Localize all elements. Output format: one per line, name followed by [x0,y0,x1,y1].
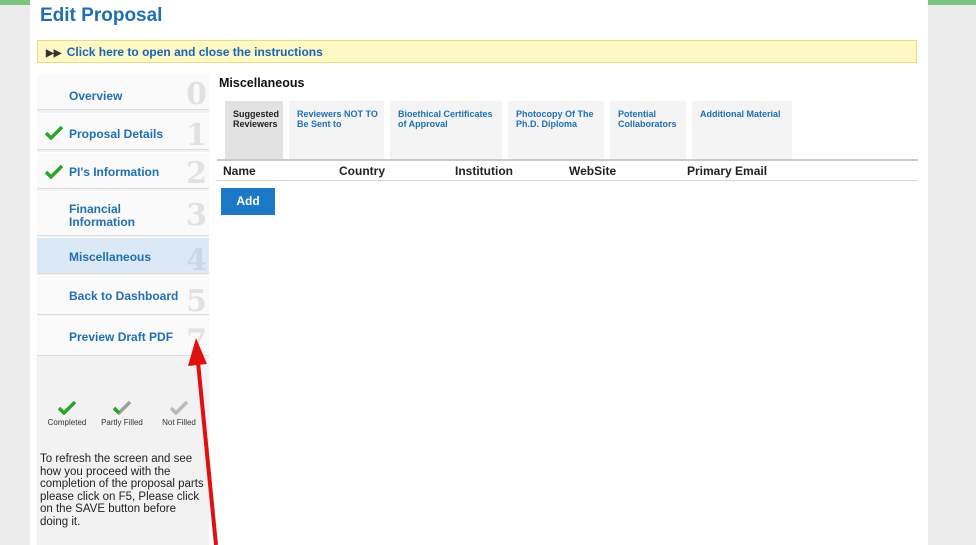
column-header[interactable]: Name [223,164,256,178]
grey-check-icon [170,401,188,415]
legend-label: Completed [47,418,87,427]
step-number: 5 [186,284,207,319]
tab-suggested-reviewers[interactable]: Suggested Reviewers [225,101,283,159]
column-header[interactable]: WebSite [569,164,616,178]
step-number: 4 [186,243,207,278]
sidebar-item-back-to-dashboard[interactable]: Back to Dashboard 5 [37,275,209,319]
sidebar-item-label: Financial Information [69,202,135,229]
refresh-instructions: To refresh the screen and see how you pr… [40,453,204,528]
tab-bar: Suggested Reviewers Reviewers NOT TO Be … [225,101,915,159]
legend-label: Partly Filled [101,418,143,427]
tab-potential-collaborators[interactable]: Potential Collaborators [610,101,686,159]
sidebar-item-preview-draft-pdf[interactable]: Preview Draft PDF 7 [37,316,209,358]
table-header: Name Country Institution WebSite Primary… [217,159,918,181]
step-number: 0 [186,77,207,112]
sidebar-item-label: PI's Information [69,165,160,179]
sidebar-item-label: Preview Draft PDF [69,330,174,344]
page-container: Edit Proposal ▶▶ Click here to open and … [30,0,928,545]
sidebar-item-overview[interactable]: Overview 0 [37,73,209,112]
page-title: Edit Proposal [40,5,163,26]
sidebar-item-proposal-details[interactable]: Proposal Details 1 [37,113,209,153]
add-button[interactable]: Add [221,188,275,215]
column-header[interactable]: Institution [455,164,513,178]
sidebar-item-pi-information[interactable]: PI's Information 2 [37,152,209,191]
legend-completed: Completed [39,401,95,427]
legend-label: Not Filled [162,418,196,427]
instructions-toggle-label: Click here to open and close the instruc… [66,45,323,59]
legend-not-filled: Not Filled [151,401,207,427]
sidebar-item-miscellaneous[interactable]: Miscellaneous 4 [37,237,209,278]
sidebar-item-financial-information[interactable]: Financial Information 3 [37,191,209,236]
check-icon [45,126,63,140]
step-number: 1 [186,118,207,153]
sidebar-item-label: Miscellaneous [69,250,152,264]
column-header[interactable]: Country [339,164,385,178]
tab-bioethical-certificates[interactable]: Bioethical Certificates of Approval [390,101,502,159]
double-arrow-icon: ▶▶ [46,48,62,59]
check-icon [58,401,76,415]
main-content: Miscellaneous Suggested Reviewers Review… [213,73,918,545]
tab-phd-diploma[interactable]: Photocopy Of The Ph.D. Diploma [508,101,604,159]
status-legend: Completed Partly Filled Not Filled [37,401,209,431]
step-number: 3 [186,198,207,233]
sidebar-item-label: Back to Dashboard [69,289,179,303]
legend-partly-filled: Partly Filled [94,401,150,427]
sidebar-item-label: Overview [69,89,123,103]
sidebar: Overview 0 Proposal Details 1 PI's Infor… [37,73,209,545]
section-title: Miscellaneous [219,76,305,90]
sidebar-item-label: Proposal Details [69,127,164,141]
check-icon [45,165,63,179]
instructions-toggle[interactable]: ▶▶ Click here to open and close the inst… [37,40,917,63]
tab-reviewers-not-to-be-sent[interactable]: Reviewers NOT TO Be Sent to [289,101,384,159]
step-number: 7 [186,323,207,358]
column-header[interactable]: Primary Email [687,164,767,178]
partial-check-icon [113,401,131,415]
tab-additional-material[interactable]: Additional Material [692,101,792,159]
step-number: 2 [186,156,207,191]
